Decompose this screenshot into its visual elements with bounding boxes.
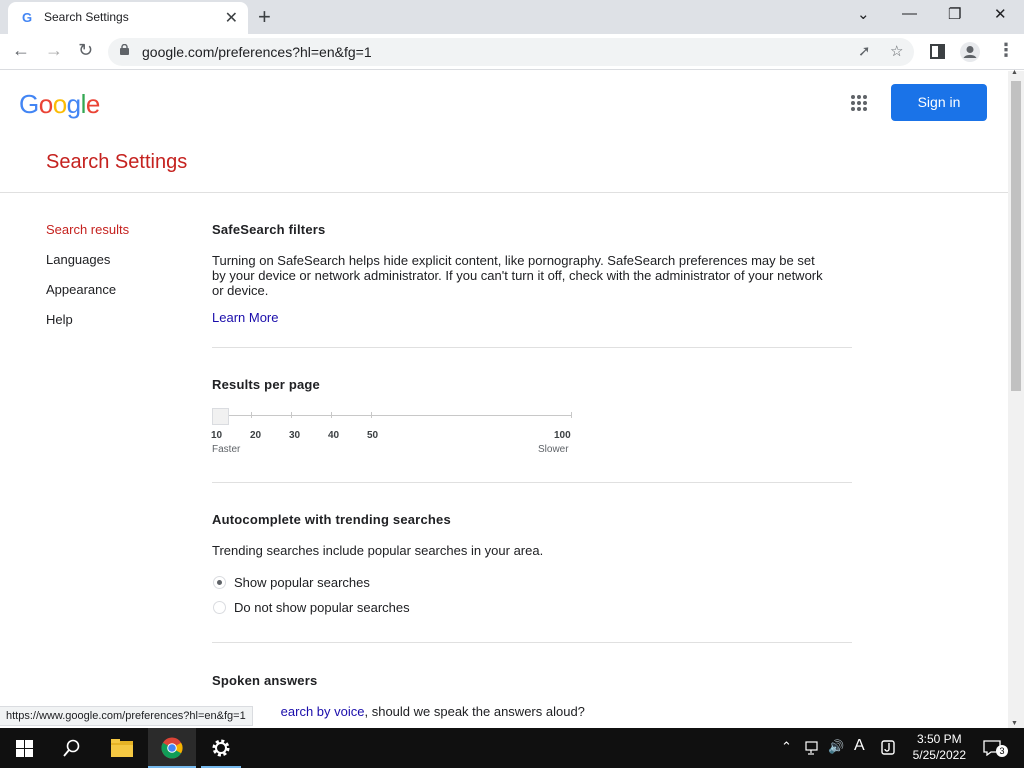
- browser-titlebar: G Search Settings ✕ + ⌄ — ❐ ✕: [0, 0, 1024, 34]
- file-explorer-icon[interactable]: [111, 739, 133, 757]
- section-divider: [212, 347, 852, 348]
- browser-toolbar: ← → ↻ google.com/preferences?hl=en&fg=1 …: [0, 34, 1024, 70]
- spoken-suffix: , should we speak the answers aloud?: [364, 704, 585, 719]
- logo-letter: g: [66, 89, 81, 119]
- profile-avatar-icon[interactable]: [959, 41, 981, 63]
- page-scrollbar[interactable]: ▲ ▼: [1008, 69, 1024, 728]
- results-per-page-heading: Results per page: [212, 377, 320, 392]
- scroll-down-icon[interactable]: ▼: [1011, 720, 1018, 727]
- hide-popular-label[interactable]: Do not show popular searches: [234, 600, 410, 615]
- slower-label: Slower: [538, 444, 569, 455]
- logo-letter: G: [19, 89, 39, 119]
- browser-menu-icon[interactable]: ⋮: [997, 40, 1015, 61]
- minimize-icon[interactable]: —: [902, 5, 917, 22]
- search-by-voice-link[interactable]: earch by voice: [281, 704, 365, 719]
- logo-letter: e: [85, 89, 100, 119]
- search-icon[interactable]: [63, 739, 81, 757]
- bookmark-star-icon[interactable]: ☆: [890, 42, 903, 60]
- faster-label: Faster: [212, 444, 241, 455]
- tick-label: 30: [289, 430, 301, 441]
- page-content: Google Sign in Search Settings Search re…: [0, 71, 1008, 728]
- show-popular-radio[interactable]: [213, 576, 226, 589]
- window-close-icon[interactable]: ✕: [994, 5, 1007, 23]
- slider-tick: [331, 412, 332, 418]
- slider-tick: [251, 412, 252, 418]
- tab-close-icon[interactable]: ✕: [225, 8, 238, 28]
- tick-label: 20: [250, 430, 262, 441]
- tab-search-icon[interactable]: ⌄: [857, 5, 870, 23]
- address-bar[interactable]: google.com/preferences?hl=en&fg=1 ➚ ☆: [108, 38, 914, 66]
- chrome-icon[interactable]: [161, 737, 183, 759]
- sidebar-item-help[interactable]: Help: [46, 312, 73, 327]
- forward-icon[interactable]: →: [45, 40, 63, 61]
- autocomplete-description: Trending searches include popular search…: [212, 543, 544, 558]
- new-tab-icon[interactable]: +: [258, 4, 271, 30]
- tray-app-icon[interactable]: [881, 740, 895, 755]
- page-title: Search Settings: [46, 151, 188, 173]
- sidebar-item-languages[interactable]: Languages: [46, 252, 110, 267]
- logo-letter: o: [52, 89, 67, 119]
- sidebar-item-appearance[interactable]: Appearance: [46, 282, 116, 297]
- learn-more-link[interactable]: Learn More: [212, 310, 278, 325]
- tick-label: 50: [367, 430, 379, 441]
- slider-tick: [371, 412, 372, 418]
- logo-letter: o: [38, 89, 53, 119]
- tick-label: 100: [554, 430, 571, 441]
- share-icon[interactable]: ➚: [858, 42, 871, 60]
- results-slider-handle[interactable]: [212, 408, 229, 425]
- scroll-up-icon[interactable]: ▲: [1011, 69, 1018, 76]
- clock-time: 3:50 PM: [916, 732, 962, 746]
- scrollbar-thumb[interactable]: [1011, 81, 1021, 391]
- autocomplete-heading: Autocomplete with trending searches: [212, 512, 451, 527]
- windows-start-icon[interactable]: [16, 740, 33, 757]
- section-divider: [212, 642, 852, 643]
- safesearch-description: Turning on SafeSearch helps hide explici…: [212, 253, 823, 298]
- tick-label: 40: [328, 430, 340, 441]
- google-logo[interactable]: Google: [19, 89, 100, 120]
- safesearch-heading: SafeSearch filters: [212, 222, 326, 237]
- volume-icon[interactable]: 🔊: [828, 739, 844, 755]
- sign-in-button[interactable]: Sign in: [891, 84, 987, 121]
- reload-icon[interactable]: ↻: [78, 40, 93, 61]
- ime-icon[interactable]: A: [854, 737, 865, 755]
- results-slider-track[interactable]: [212, 415, 572, 416]
- tab-title: Search Settings: [44, 10, 129, 24]
- google-favicon-icon: G: [22, 10, 33, 25]
- hide-popular-radio[interactable]: [213, 601, 226, 614]
- sidebar-item-search-results[interactable]: Search results: [46, 222, 129, 237]
- section-divider: [212, 482, 852, 483]
- system-clock[interactable]: 3:50 PM 5/25/2022: [913, 731, 966, 763]
- show-popular-label[interactable]: Show popular searches: [234, 575, 370, 590]
- apps-grid-icon[interactable]: [851, 95, 867, 111]
- clock-date: 5/25/2022: [912, 748, 966, 762]
- tick-label: 10: [211, 430, 223, 441]
- url-text[interactable]: google.com/preferences?hl=en&fg=1: [142, 44, 372, 60]
- spoken-answers-heading: Spoken answers: [212, 673, 318, 688]
- restore-icon[interactable]: ❐: [948, 5, 961, 23]
- header-divider: [0, 192, 1008, 193]
- windows-taskbar: ⌃ 🔊 A 3:50 PM 5/25/2022 3: [0, 728, 1024, 768]
- lock-icon: [120, 44, 129, 55]
- settings-gear-icon[interactable]: [210, 737, 232, 759]
- network-icon[interactable]: [805, 741, 821, 755]
- slider-tick: [571, 412, 572, 418]
- spoken-answers-description: When you search by voice, should we spea…: [212, 704, 832, 719]
- tray-chevron-icon[interactable]: ⌃: [781, 739, 792, 755]
- back-icon[interactable]: ←: [12, 40, 30, 61]
- side-panel-icon[interactable]: [930, 44, 945, 59]
- notification-count-badge: 3: [996, 745, 1008, 757]
- browser-tab[interactable]: G Search Settings ✕: [8, 2, 248, 34]
- link-status-bubble: https://www.google.com/preferences?hl=en…: [0, 706, 253, 726]
- slider-tick: [291, 412, 292, 418]
